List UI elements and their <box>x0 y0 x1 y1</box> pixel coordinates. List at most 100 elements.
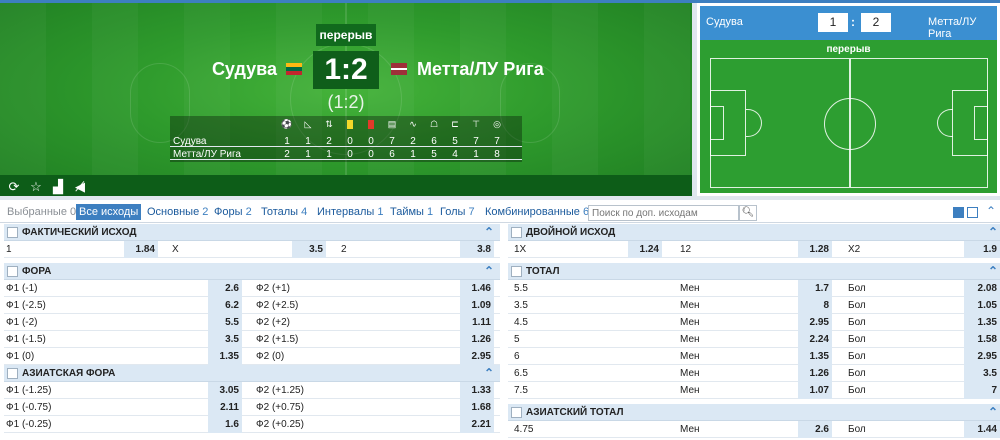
odds-cell[interactable]: 1.33 <box>460 382 494 399</box>
odds-cell[interactable]: 1.05 <box>964 297 1000 314</box>
odds-cell[interactable]: 1.26 <box>460 331 494 348</box>
odds-cell[interactable]: 1.09 <box>460 297 494 314</box>
markets-right-column: Двойной исход ⌃ 1X 1.24 12 1.28 X2 1.9 Т… <box>508 224 1000 438</box>
corner-icon: ◺ <box>304 119 312 129</box>
market-checkbox[interactable] <box>511 407 522 418</box>
total-line: 3.5 <box>514 300 528 311</box>
market-checkbox[interactable] <box>511 266 522 277</box>
stat-value: 8 <box>494 149 500 160</box>
tab-combined[interactable]: Комбинированные 6 <box>482 204 592 220</box>
tab-intervals[interactable]: Интервалы 1 <box>314 204 386 220</box>
star-icon[interactable]: ☆ <box>27 178 45 196</box>
market-title: Двойной исход <box>526 227 616 238</box>
search-icon[interactable]: 🔍︎ <box>739 205 757 221</box>
market-title: Азиатская фора <box>22 368 116 379</box>
collapse-all-icon[interactable]: ⌃ <box>986 204 996 218</box>
chevron-up-icon[interactable]: ⌃ <box>988 404 998 421</box>
market-row: 1 1.84 X 3.5 2 3.8 <box>4 241 500 258</box>
odds-cell[interactable]: 1.35 <box>964 314 1000 331</box>
odds-cell[interactable]: 3.5 <box>292 241 326 258</box>
odds-cell[interactable]: 1.6 <box>208 416 242 433</box>
chevron-up-icon[interactable]: ⌃ <box>988 263 998 280</box>
market-checkbox[interactable] <box>7 368 18 379</box>
market-checkbox[interactable] <box>7 266 18 277</box>
two-column-view-icon[interactable] <box>953 207 964 218</box>
odds-cell[interactable]: 1.26 <box>798 365 832 382</box>
odds-cell[interactable]: 1.68 <box>460 399 494 416</box>
odds-cell[interactable]: 1.35 <box>798 348 832 365</box>
market-header-asian-handicap[interactable]: Азиатская фора ⌃ <box>4 365 500 382</box>
match-header: перерыв Судува 1:2 Метта/ЛУ Рига (1:2) ⚽… <box>0 0 1000 200</box>
markets-left-column: Фактический исход ⌃ 1 1.84 X 3.5 2 3.8 Ф… <box>4 224 500 433</box>
odds-cell[interactable]: 5.5 <box>208 314 242 331</box>
tab-goals[interactable]: Голы 7 <box>437 204 478 220</box>
odds-cell[interactable]: 1.9 <box>964 241 1000 258</box>
tab-totals[interactable]: Тоталы 4 <box>258 204 310 220</box>
market-checkbox[interactable] <box>7 227 18 238</box>
market-header-handicap[interactable]: Фора ⌃ <box>4 263 500 280</box>
odds-cell[interactable]: 3.5 <box>964 365 1000 382</box>
odds-cell[interactable]: 1.84 <box>124 241 158 258</box>
odds-cell[interactable]: 8 <box>798 297 832 314</box>
odds-cell[interactable]: 6.2 <box>208 297 242 314</box>
market-checkbox[interactable] <box>511 227 522 238</box>
odds-cell[interactable]: 3.5 <box>208 331 242 348</box>
outcome-label: Ф2 (+1.5) <box>256 334 299 345</box>
tab-count: 7 <box>468 206 475 218</box>
tab-main[interactable]: Основные 2 <box>144 204 211 220</box>
outcome-label: Ф2 (+2) <box>256 317 291 328</box>
odds-cell[interactable]: 2.11 <box>208 399 242 416</box>
one-column-view-icon[interactable] <box>967 207 978 218</box>
mute-icon[interactable]: ◀̸ <box>71 178 89 196</box>
market-row: Ф1 (-0.25) 1.6 Ф2 (+0.25) 2.21 <box>4 416 500 433</box>
outcome-label: Мен <box>680 334 700 345</box>
market-header-total[interactable]: Тотал ⌃ <box>508 263 1000 280</box>
market-row: Ф1 (-1) 2.6 Ф2 (+1) 1.46 <box>4 280 500 297</box>
tab-count: 1 <box>427 206 434 218</box>
odds-cell[interactable]: 2.95 <box>798 314 832 331</box>
odds-cell[interactable]: 3.05 <box>208 382 242 399</box>
odds-cell[interactable]: 2.6 <box>208 280 242 297</box>
odds-cell[interactable]: 1.44 <box>964 421 1000 438</box>
odds-cell[interactable]: 1.24 <box>628 241 662 258</box>
refresh-icon[interactable]: ⟳ <box>5 178 23 196</box>
tab-label: Тоталы <box>261 206 299 218</box>
odds-cell[interactable]: 1.46 <box>460 280 494 297</box>
tab-halves[interactable]: Таймы 1 <box>387 204 436 220</box>
odds-cell[interactable]: 1.35 <box>208 348 242 365</box>
market-row: 6.5 Мен 1.26 Бол 3.5 <box>508 365 1000 382</box>
odds-cell[interactable]: 1.28 <box>798 241 832 258</box>
chevron-up-icon[interactable]: ⌃ <box>484 224 494 241</box>
odds-cell[interactable]: 2.08 <box>964 280 1000 297</box>
tab-handicaps[interactable]: Форы 2 <box>211 204 255 220</box>
odds-cell[interactable]: 2.95 <box>460 348 494 365</box>
field-pitch <box>710 58 988 188</box>
odds-cell[interactable]: 1.11 <box>460 314 494 331</box>
chevron-up-icon[interactable]: ⌃ <box>484 365 494 382</box>
chevron-up-icon[interactable]: ⌃ <box>484 263 494 280</box>
odds-cell[interactable]: 1.58 <box>964 331 1000 348</box>
chevron-up-icon[interactable]: ⌃ <box>988 224 998 241</box>
stats-chart-icon[interactable]: ▟ <box>49 178 67 196</box>
tab-all[interactable]: Все исходы <box>76 204 142 220</box>
outcome-label: Ф1 (-1.25) <box>6 385 52 396</box>
total-line: 6.5 <box>514 368 528 379</box>
lithuania-flag-icon <box>286 63 302 75</box>
odds-cell[interactable]: 2.6 <box>798 421 832 438</box>
market-header-asian-total[interactable]: Азиатский тотал ⌃ <box>508 404 1000 421</box>
market-header-double-chance[interactable]: Двойной исход ⌃ <box>508 224 1000 241</box>
odds-cell[interactable]: 1.07 <box>798 382 832 399</box>
odds-cell[interactable]: 2.21 <box>460 416 494 433</box>
home-team-name: Судува <box>211 59 277 79</box>
field-period: перерыв <box>826 44 871 55</box>
odds-cell[interactable]: 7 <box>964 382 1000 399</box>
odds-cell[interactable]: 3.8 <box>460 241 494 258</box>
odds-cell[interactable]: 1.7 <box>798 280 832 297</box>
stats-row-away: Метта/ЛУ Рига 2 1 1 0 0 6 1 5 4 1 8 <box>170 146 522 160</box>
search-input[interactable] <box>588 205 739 221</box>
tab-selected[interactable]: Выбранные 0 <box>4 204 79 220</box>
market-header-result[interactable]: Фактический исход ⌃ <box>4 224 500 241</box>
scoreboard-controls: ⟳ ☆ ▟ ◀̸ <box>0 175 692 196</box>
odds-cell[interactable]: 2.24 <box>798 331 832 348</box>
odds-cell[interactable]: 2.95 <box>964 348 1000 365</box>
